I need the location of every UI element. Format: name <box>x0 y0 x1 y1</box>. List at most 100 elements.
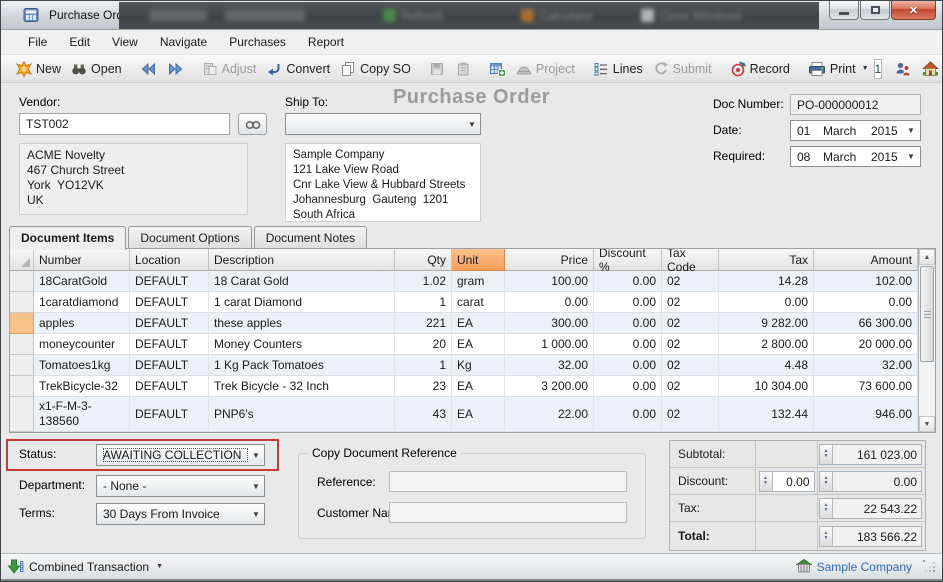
cell-qty[interactable]: 43 <box>395 397 452 432</box>
cell-amount[interactable]: 32.00 <box>814 355 918 376</box>
row-selector[interactable] <box>10 355 34 376</box>
vendor-code-input[interactable]: TST002 <box>19 113 230 135</box>
dropdown-arrow-icon[interactable]: ▼ <box>464 114 480 134</box>
cell-price[interactable]: 0.00 <box>505 292 594 313</box>
tab-document-options[interactable]: Document Options <box>128 226 251 250</box>
row-selector[interactable] <box>10 292 34 313</box>
dropdown-arrow-icon[interactable]: ▼ <box>903 121 919 140</box>
cell-tax[interactable]: 2 800.00 <box>719 334 814 355</box>
table-row[interactable]: x1-F-M-3-138560DEFAULTPNP6's43EA22.000.0… <box>10 397 918 432</box>
table-row[interactable]: 18CaratGoldDEFAULT18 Carat Gold1.02gram1… <box>10 271 918 292</box>
date-picker[interactable]: 01 March 2015 ▼ <box>790 120 921 141</box>
lines-button[interactable]: Lines <box>588 59 648 79</box>
cell-number[interactable]: Tomatoes1kg <box>34 355 130 376</box>
cell-discount-pct[interactable]: 0.00 <box>594 292 662 313</box>
menu-report[interactable]: Report <box>297 31 355 53</box>
print-dropdown-caret[interactable]: ▼ <box>862 65 869 72</box>
cell-number[interactable]: 1caratdiamond <box>34 292 130 313</box>
header-qty[interactable]: Qty <box>395 249 452 271</box>
cell-discount-pct[interactable]: 0.00 <box>594 376 662 397</box>
header-price[interactable]: Price <box>505 249 594 271</box>
insert-line-button[interactable] <box>484 59 511 79</box>
spinner-icon[interactable]: ▲▼ <box>820 472 833 491</box>
cell-description[interactable]: Trek Bicycle - 32 Inch <box>209 376 395 397</box>
menu-file[interactable]: File <box>17 31 58 53</box>
cell-location[interactable]: DEFAULT <box>130 376 209 397</box>
ship-to-combobox[interactable]: ▼ <box>285 113 481 135</box>
cell-tax-code[interactable]: 02 <box>662 334 719 355</box>
select-all-header[interactable] <box>10 249 34 271</box>
minimize-button[interactable] <box>829 1 859 20</box>
cell-amount[interactable]: 73 600.00 <box>814 376 918 397</box>
cell-tax-code[interactable]: 02 <box>662 271 719 292</box>
dropdown-arrow-icon[interactable]: ▼ <box>903 147 919 166</box>
cell-location[interactable]: DEFAULT <box>130 313 209 334</box>
cell-discount-pct[interactable]: 0.00 <box>594 271 662 292</box>
header-number[interactable]: Number <box>34 249 130 271</box>
cell-tax-code[interactable]: 02 <box>662 292 719 313</box>
cell-description[interactable]: these apples <box>209 313 395 334</box>
cell-qty[interactable]: 23 <box>395 376 452 397</box>
cell-location[interactable]: DEFAULT <box>130 334 209 355</box>
company-button[interactable] <box>917 59 943 79</box>
cell-tax-code[interactable]: 02 <box>662 397 719 432</box>
menu-view[interactable]: View <box>101 31 149 53</box>
menu-navigate[interactable]: Navigate <box>149 31 218 53</box>
row-selector[interactable] <box>10 313 34 334</box>
cell-number[interactable]: x1-F-M-3-138560 <box>34 397 130 432</box>
record-button[interactable]: Record <box>725 59 795 79</box>
cell-unit[interactable]: EA <box>452 376 505 397</box>
convert-button[interactable]: Convert <box>261 59 335 79</box>
required-date-picker[interactable]: 08 March 2015 ▼ <box>790 146 921 167</box>
table-vertical-scrollbar[interactable]: ▲ ▼ <box>918 249 935 432</box>
dropdown-arrow-icon[interactable]: ▼ <box>248 504 264 524</box>
terms-combobox[interactable]: 30 Days From Invoice ▼ <box>96 503 265 525</box>
copies-field[interactable]: 1 <box>874 59 883 79</box>
status-combobox[interactable]: AWAITING COLLECTION ▼ <box>96 444 265 466</box>
cell-tax[interactable]: 0.00 <box>719 292 814 313</box>
cell-qty[interactable]: 1 <box>395 355 452 376</box>
table-row[interactable]: moneycounterDEFAULTMoney Counters20EA1 0… <box>10 334 918 355</box>
cell-number[interactable]: moneycounter <box>34 334 130 355</box>
cell-price[interactable]: 3 200.00 <box>505 376 594 397</box>
cell-unit[interactable]: EA <box>452 397 505 432</box>
cell-number[interactable]: apples <box>34 313 130 334</box>
close-button[interactable]: ✕ <box>891 1 936 20</box>
spinner-icon[interactable]: ▲▼ <box>820 499 833 518</box>
cell-qty[interactable]: 221 <box>395 313 452 334</box>
row-selector[interactable] <box>10 376 34 397</box>
header-unit[interactable]: Unit <box>452 249 505 271</box>
spinner-icon[interactable]: ▲▼ <box>820 527 833 546</box>
cell-discount-pct[interactable]: 0.00 <box>594 313 662 334</box>
contacts-button[interactable] <box>890 59 917 79</box>
cell-unit[interactable]: carat <box>452 292 505 313</box>
row-selector[interactable] <box>10 334 34 355</box>
print-button[interactable]: Print ▼ <box>803 59 874 79</box>
menu-edit[interactable]: Edit <box>58 31 101 53</box>
tab-document-notes[interactable]: Document Notes <box>254 226 367 250</box>
cell-price[interactable]: 1 000.00 <box>505 334 594 355</box>
cell-amount[interactable]: 946.00 <box>814 397 918 432</box>
cell-amount[interactable]: 20 000.00 <box>814 334 918 355</box>
department-combobox[interactable]: - None - ▼ <box>96 475 265 497</box>
cell-number[interactable]: 18CaratGold <box>34 271 130 292</box>
cell-unit[interactable]: Kg <box>452 355 505 376</box>
cell-tax-code[interactable]: 02 <box>662 376 719 397</box>
cell-unit[interactable]: gram <box>452 271 505 292</box>
resize-grip[interactable] <box>923 560 936 573</box>
menu-purchases[interactable]: Purchases <box>218 31 297 53</box>
header-tax[interactable]: Tax <box>719 249 814 271</box>
cell-location[interactable]: DEFAULT <box>130 355 209 376</box>
spinner-icon[interactable]: ▲▼ <box>820 445 833 464</box>
cell-price[interactable]: 32.00 <box>505 355 594 376</box>
header-tax-code[interactable]: Tax Code <box>662 249 719 271</box>
cell-tax[interactable]: 4.48 <box>719 355 814 376</box>
cell-location[interactable]: DEFAULT <box>130 292 209 313</box>
dropdown-arrow-icon[interactable]: ▼ <box>248 476 264 496</box>
cell-location[interactable]: DEFAULT <box>130 271 209 292</box>
header-location[interactable]: Location <box>130 249 209 271</box>
table-row[interactable]: 1caratdiamondDEFAULT1 carat Diamond1cara… <box>10 292 918 313</box>
scrollbar-thumb[interactable] <box>920 266 934 362</box>
company-indicator[interactable]: Sample Company <box>796 559 936 574</box>
header-description[interactable]: Description <box>209 249 395 271</box>
